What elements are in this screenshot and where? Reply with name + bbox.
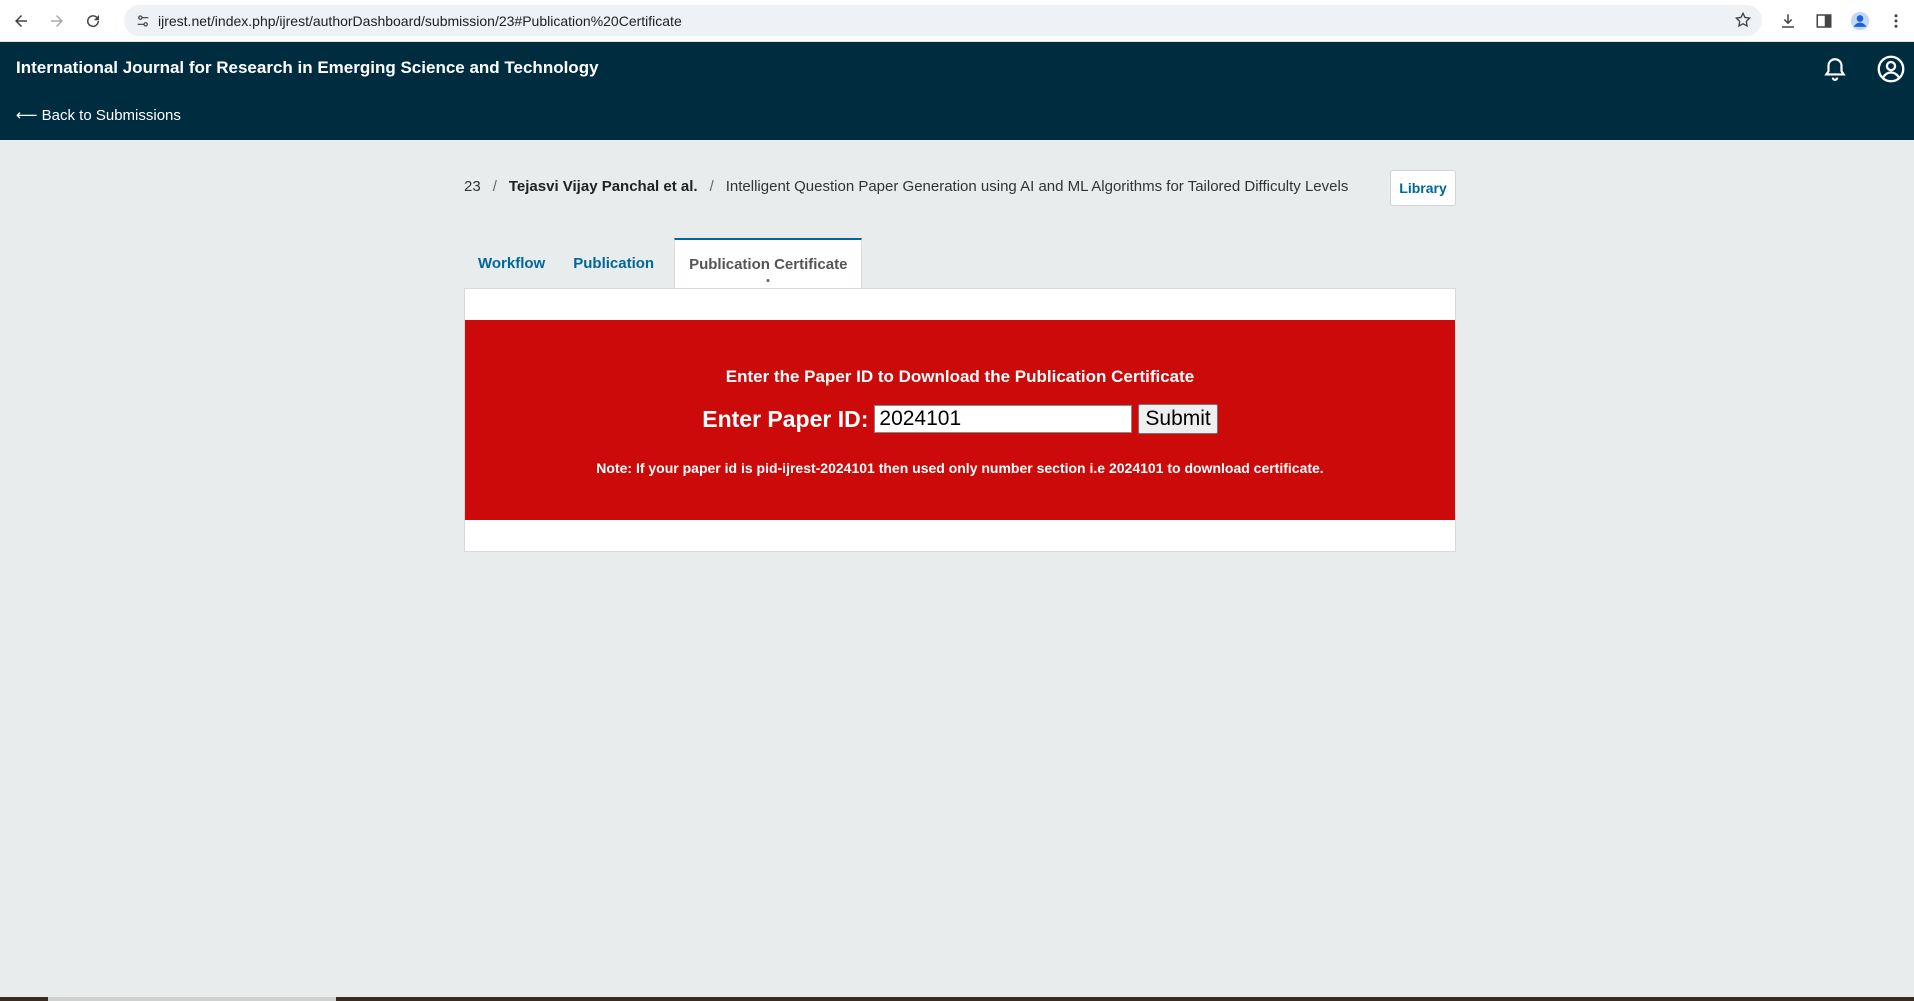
paper-id-label: Enter Paper ID: xyxy=(702,405,869,432)
submission-author: Tejasvi Vijay Panchal et al. xyxy=(508,178,698,195)
certificate-heading: Enter the Paper ID to Download the Publi… xyxy=(725,367,1195,386)
tab-publication[interactable]: Publication xyxy=(559,238,668,288)
paper-id-input[interactable] xyxy=(874,405,1133,433)
paper-id-note: Note: If your paper id is pid-ijrest-202… xyxy=(596,460,1324,476)
url-text[interactable]: ijrest.net/index.php/ijrest/authorDashbo… xyxy=(158,13,682,29)
submit-button[interactable]: Submit xyxy=(1138,404,1218,434)
breadcrumb: 23 / Tejasvi Vijay Panchal et al. / Inte… xyxy=(464,178,1348,195)
submission-title: Intelligent Question Paper Generation us… xyxy=(725,178,1349,195)
taskbar-segment xyxy=(48,997,336,1001)
user-account-icon[interactable] xyxy=(1876,54,1906,84)
menu-kebab-icon[interactable] xyxy=(1878,6,1914,36)
taskbar-edge xyxy=(0,997,1914,1001)
reload-icon[interactable] xyxy=(78,6,108,36)
tab-workflow[interactable]: Workflow xyxy=(464,238,559,288)
submission-tabs: Workflow Publication Publication Certifi… xyxy=(464,238,863,288)
journal-title[interactable]: International Journal for Research in Em… xyxy=(16,58,599,78)
active-tab-indicator xyxy=(766,279,770,282)
breadcrumb-separator: / xyxy=(709,178,714,195)
browser-toolbar: ijrest.net/index.php/ijrest/authorDashbo… xyxy=(0,0,1914,42)
certificate-form-box: Enter the Paper ID to Download the Publi… xyxy=(465,320,1455,520)
notification-bell-icon[interactable] xyxy=(1820,54,1850,84)
bookmark-star-icon[interactable] xyxy=(1734,11,1752,29)
back-to-submissions-link[interactable]: ⟵ Back to Submissions xyxy=(16,106,181,124)
paper-id-form: Enter Paper ID: Submit xyxy=(465,404,1455,434)
tab-publication-certificate[interactable]: Publication Certificate xyxy=(674,238,863,288)
app-header: International Journal for Research in Em… xyxy=(0,42,1914,140)
forward-arrow-icon[interactable] xyxy=(42,6,72,36)
tab-label: Publication Certificate xyxy=(689,255,848,273)
certificate-panel: Enter the Paper ID to Download the Publi… xyxy=(464,288,1456,552)
submission-id: 23 xyxy=(464,178,481,195)
library-button[interactable]: Library xyxy=(1390,170,1456,206)
breadcrumb-separator: / xyxy=(492,178,497,195)
back-arrow-icon[interactable] xyxy=(6,6,36,36)
address-bar[interactable]: ijrest.net/index.php/ijrest/authorDashbo… xyxy=(124,5,1762,36)
download-icon[interactable] xyxy=(1770,6,1806,36)
profile-avatar-icon[interactable] xyxy=(1842,6,1878,36)
site-info-icon[interactable] xyxy=(134,12,152,30)
side-panel-icon[interactable] xyxy=(1806,6,1842,36)
